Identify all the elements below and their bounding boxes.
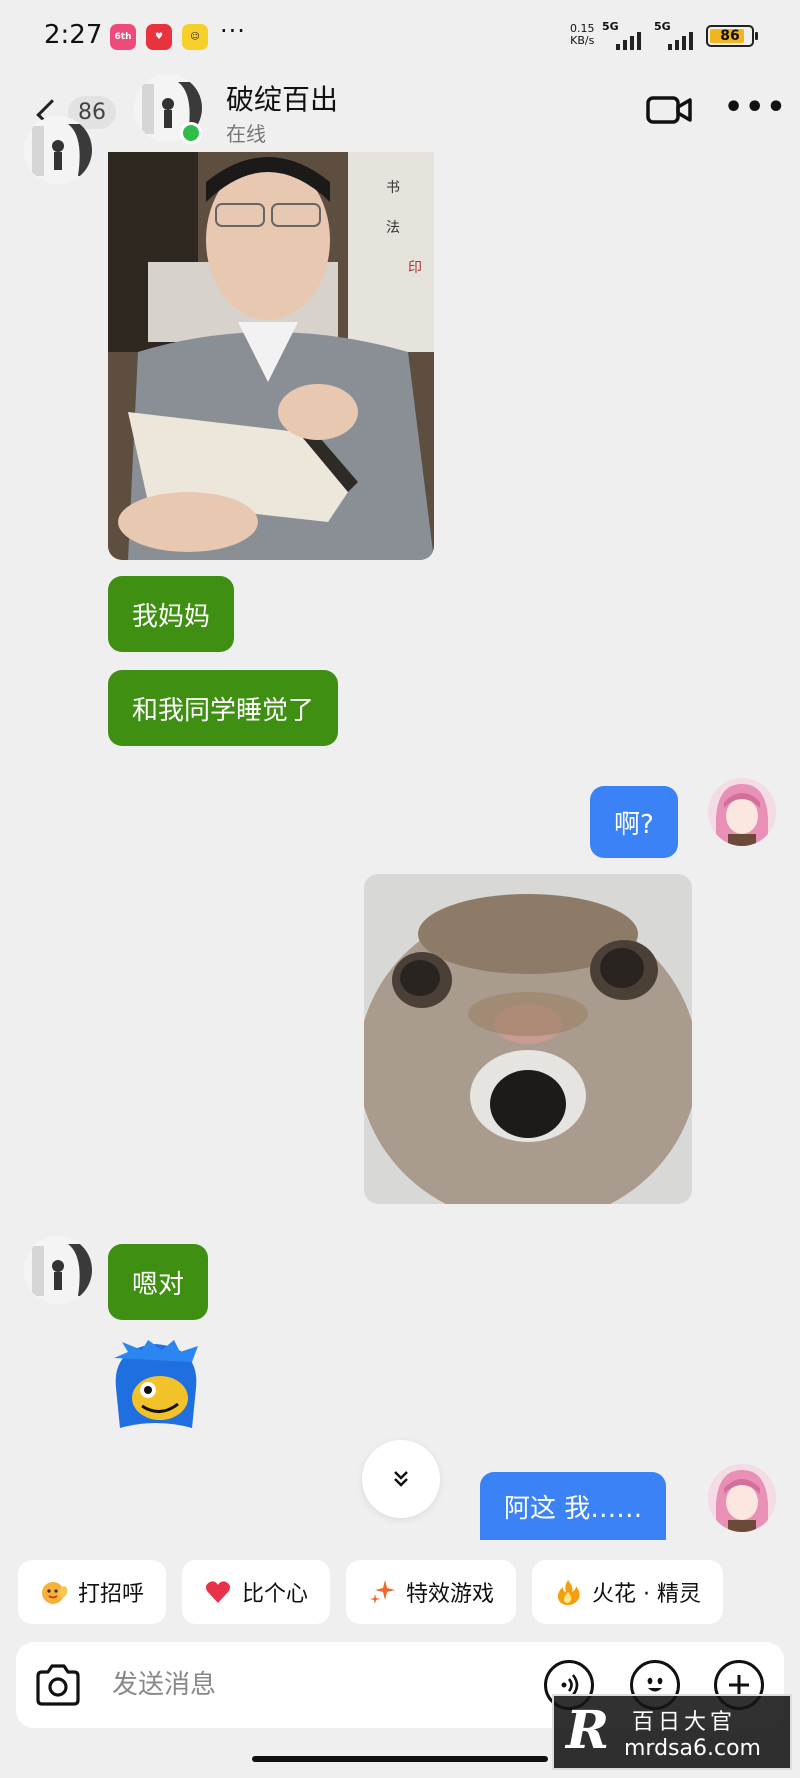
contact-avatar-small[interactable] [24,116,92,184]
svg-text:书: 书 [386,180,400,196]
pink-app-icon: 6th [110,24,136,50]
my-avatar[interactable] [708,778,776,846]
video-call-icon[interactable] [646,92,692,128]
message-bubble-me[interactable]: 啊? [590,786,678,858]
quick-action-label: 火花 · 精灵 [592,1582,702,1607]
svg-text:印: 印 [408,260,422,276]
image-message[interactable]: 书 法 印 [108,152,434,560]
home-indicator[interactable] [252,1756,548,1762]
red-app-icon: ♥ [146,24,172,50]
online-status-dot [180,122,202,144]
watermark-line2: mrdsa6.com [624,1736,761,1761]
quick-action-effect-games[interactable]: 特效游戏 [346,1560,517,1624]
message-bubble-them[interactable]: 嗯对 [108,1244,209,1320]
contact-avatar-small[interactable] [24,1236,92,1304]
signal-icon: 5G [602,20,646,50]
chevron-double-down-icon [394,1471,408,1487]
quick-action-label: 打招呼 [78,1582,145,1607]
message-bubble-me[interactable]: 阿这 我…… [480,1472,667,1540]
quick-action-label: 比个心 [242,1582,309,1607]
net-speed: 0.15 KB/s [570,23,595,47]
my-avatar[interactable] [708,1464,776,1532]
quick-action-spark-sprite[interactable]: 火花 · 精灵 [532,1560,724,1624]
heart-icon [204,1578,232,1606]
image-message[interactable] [364,874,692,1204]
scroll-to-bottom-button[interactable] [362,1440,440,1518]
battery-icon: 86 [706,25,758,47]
message-input[interactable] [112,1665,412,1705]
message-bubble-them[interactable]: 和我同学睡觉了 [108,670,339,746]
yellow-app-icon: ☺ [182,24,208,50]
signal-icon-2: 5G [654,20,698,50]
quick-action-label: 特效游戏 [406,1582,495,1607]
quick-action-heart[interactable]: 比个心 [182,1560,331,1624]
status-time: 2:27 [44,20,103,50]
message-bubble-them[interactable]: 我妈妈 [108,576,235,652]
contact-status: 在线 [226,122,266,146]
status-more: ··· [220,17,246,45]
contact-name[interactable]: 破绽百出 [226,78,338,118]
chat-header: 86 破绽百出 在线 ••• [0,70,800,152]
status-bar: 2:27 6th ♥ ☺ ··· 0.15 KB/s 5G 5G 86 [0,0,800,70]
watermark-r-logo: R [566,1700,610,1761]
watermark-line1: 百日大官 [632,1710,737,1735]
watermark-logo: R 百日大官 mrdsa6.com [552,1694,792,1770]
battery-percent: 86 [720,28,740,44]
net-speed-unit: KB/s [570,34,595,47]
quick-action-wave[interactable]: 打招呼 [18,1560,167,1624]
svg-text:法: 法 [386,220,400,236]
sticker-message[interactable] [108,1338,204,1434]
wave-emoji-icon [40,1578,68,1606]
fire-icon [554,1578,582,1606]
sparkle-icon [368,1578,396,1606]
more-icon[interactable]: ••• [724,90,788,125]
camera-icon[interactable] [34,1662,82,1708]
quick-actions: 打招呼 比个心 特效游戏 火花 · 精灵 [18,1560,724,1624]
